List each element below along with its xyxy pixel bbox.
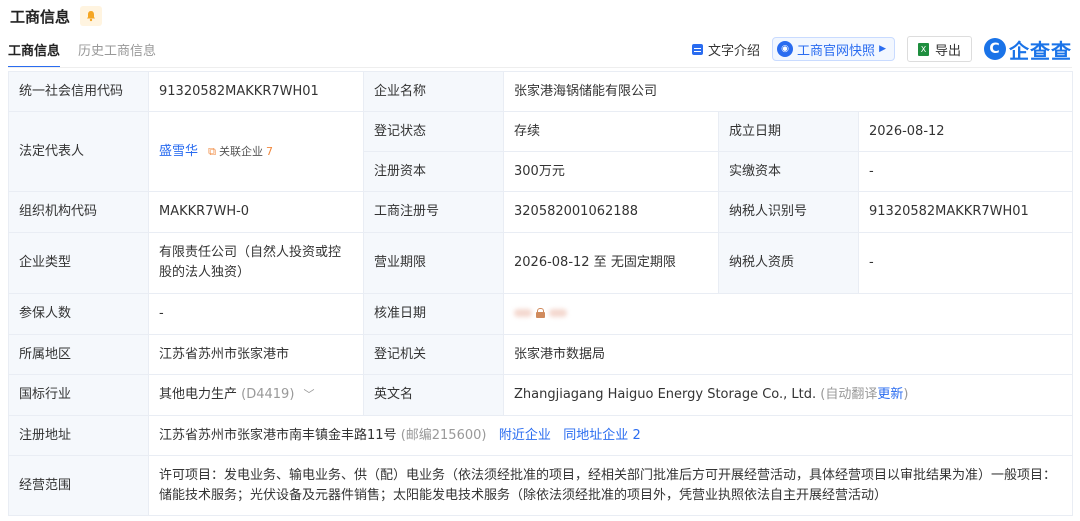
address-value: 江苏省苏州市张家港市南丰镇金丰路11号: [159, 427, 397, 443]
reg-capital-label: 注册资本: [363, 151, 504, 192]
english-name-value: Zhangjiagang Haiguo Energy Storage Co., …: [514, 387, 817, 402]
reg-capital-value: 300万元: [503, 151, 719, 192]
table-row: 组织机构代码 MAKKR7WH-0 工商注册号 320582001062188 …: [8, 191, 1073, 233]
official-snapshot-label: 工商官网快照: [797, 43, 876, 59]
region-value: 江苏省苏州市张家港市: [148, 334, 364, 375]
toolbar: 文字介绍 ◉ 工商官网快照 ▶ X 导出 C 企查查: [692, 35, 1072, 64]
tab-bar: 工商信息 历史工商信息: [8, 40, 156, 68]
taxpayer-id-value: 91320582MAKKR7WH01: [858, 191, 1073, 233]
approval-date-value[interactable]: [503, 293, 1073, 335]
company-type-label: 企业类型: [8, 232, 149, 294]
founded-value: 2026-08-12: [858, 111, 1073, 152]
approval-date-label: 核准日期: [363, 293, 504, 335]
text-intro-button[interactable]: 文字介绍: [692, 40, 760, 59]
scope-value: 许可项目：发电业务、输电业务、供（配）电业务（依法须经批准的项目，经相关部门批准…: [148, 455, 1073, 516]
related-companies-link[interactable]: ⧉ 关联企业 7: [208, 142, 273, 162]
taxpayer-id-label: 纳税人识别号: [718, 191, 859, 233]
auto-translate-close: ): [903, 387, 909, 402]
address-cell: 江苏省苏州市张家港市南丰镇金丰路11号 (邮编215600) 附近企业 同地址企…: [148, 415, 1073, 456]
tab-business-info[interactable]: 工商信息: [8, 40, 61, 68]
nearby-companies-link[interactable]: 附近企业: [499, 428, 551, 443]
reg-status-label: 登记状态: [363, 111, 504, 152]
paid-capital-label: 实缴资本: [718, 151, 859, 192]
legal-rep-label: 法定代表人: [8, 111, 149, 192]
same-address-link[interactable]: 同地址企业 2: [563, 428, 640, 443]
postcode: (邮编215600): [400, 427, 487, 443]
industry-value: 其他电力生产: [159, 387, 238, 402]
industry-label: 国标行业: [8, 374, 149, 416]
english-name-cell: Zhangjiagang Haiguo Energy Storage Co., …: [503, 374, 1073, 416]
table-row: 国标行业 其他电力生产 (D4419) ﹀ 英文名 Zhangjiagang H…: [8, 374, 1073, 416]
page-title: 工商信息: [10, 7, 71, 26]
taxpayer-qual-value: -: [858, 232, 1073, 294]
related-count: 7: [266, 144, 274, 158]
tab-history-business-info[interactable]: 历史工商信息: [78, 40, 156, 68]
brand-name: 企查查: [1009, 38, 1072, 63]
brand-mark-icon: C: [984, 38, 1006, 60]
export-label: 导出: [934, 43, 961, 59]
blurred-text: [549, 309, 567, 317]
tabs-divider: [8, 67, 1072, 68]
reg-authority-label: 登记机关: [363, 334, 504, 375]
company-type-value: 有限责任公司（自然人投资或控股的法人独资）: [148, 232, 364, 294]
paid-capital-value: -: [858, 151, 1073, 192]
founded-label: 成立日期: [718, 111, 859, 152]
table-row: 参保人数 - 核准日期: [8, 293, 1073, 335]
credit-code-value: 91320582MAKKR7WH01: [148, 71, 364, 112]
related-label: 关联企业: [219, 144, 264, 158]
excel-icon: X: [917, 42, 929, 56]
reg-authority-value: 张家港市数据局: [503, 334, 1073, 375]
region-label: 所属地区: [8, 334, 149, 375]
same-address-label: 同地址企业: [563, 427, 629, 443]
industry-cell[interactable]: 其他电力生产 (D4419) ﹀: [148, 374, 364, 416]
brand-logo: C 企查查: [984, 35, 1072, 64]
document-icon: [692, 43, 704, 55]
term-value: 2026-08-12 至 无固定期限: [503, 232, 719, 294]
locked-value[interactable]: [514, 308, 567, 318]
text-intro-label: 文字介绍: [708, 43, 761, 59]
business-info-table: 统一社会信用代码 91320582MAKKR7WH01 企业名称 张家港海锅储能…: [8, 71, 1073, 516]
industry-code: (D4419): [241, 387, 295, 402]
table-row: 企业类型 有限责任公司（自然人投资或控股的法人独资） 营业期限 2026-08-…: [8, 232, 1073, 294]
camera-icon: ◉: [777, 41, 794, 57]
table-row: 法定代表人 盛雪华 ⧉ 关联企业 7 登记状态 存续 成立日期 2026-08-…: [8, 111, 1073, 192]
official-snapshot-button[interactable]: ◉ 工商官网快照 ▶: [772, 37, 895, 61]
address-label: 注册地址: [8, 415, 149, 456]
update-link[interactable]: 更新: [877, 387, 903, 402]
company-name-label: 企业名称: [363, 71, 504, 112]
play-arrow-icon: ▶: [879, 44, 886, 54]
biz-reg-no-value: 320582001062188: [503, 191, 719, 233]
insured-value: -: [148, 293, 364, 335]
reg-status-value: 存续: [503, 111, 719, 152]
table-row: 经营范围 许可项目：发电业务、输电业务、供（配）电业务（依法须经批准的项目，经相…: [8, 455, 1073, 516]
chevron-down-icon[interactable]: ﹀: [304, 388, 315, 401]
scope-label: 经营范围: [8, 455, 149, 516]
table-row: 注册地址 江苏省苏州市张家港市南丰镇金丰路11号 (邮编215600) 附近企业…: [8, 415, 1073, 456]
company-name-value: 张家港海锅储能有限公司: [503, 71, 1073, 112]
export-button[interactable]: X 导出: [906, 36, 972, 62]
insured-label: 参保人数: [8, 293, 149, 335]
lock-icon: [536, 308, 545, 318]
table-row: 所属地区 江苏省苏州市张家港市 登记机关 张家港市数据局: [8, 334, 1073, 375]
bell-icon[interactable]: [80, 6, 103, 26]
biz-reg-no-label: 工商注册号: [363, 191, 504, 233]
legal-rep-cell: 盛雪华 ⧉ 关联企业 7: [148, 111, 364, 192]
org-code-value: MAKKR7WH-0: [148, 191, 364, 233]
section-header: 工商信息: [10, 4, 103, 28]
term-label: 营业期限: [363, 232, 504, 294]
table-row: 统一社会信用代码 91320582MAKKR7WH01 企业名称 张家港海锅储能…: [8, 71, 1073, 112]
same-address-count: 2: [632, 427, 641, 443]
legal-rep-link[interactable]: 盛雪华: [159, 144, 198, 159]
blurred-text: [514, 309, 532, 317]
english-name-label: 英文名: [363, 374, 504, 416]
relation-icon: ⧉: [208, 144, 217, 158]
auto-translate-note: (自动翻译: [820, 387, 878, 402]
org-code-label: 组织机构代码: [8, 191, 149, 233]
credit-code-label: 统一社会信用代码: [8, 71, 149, 112]
taxpayer-qual-label: 纳税人资质: [718, 232, 859, 294]
